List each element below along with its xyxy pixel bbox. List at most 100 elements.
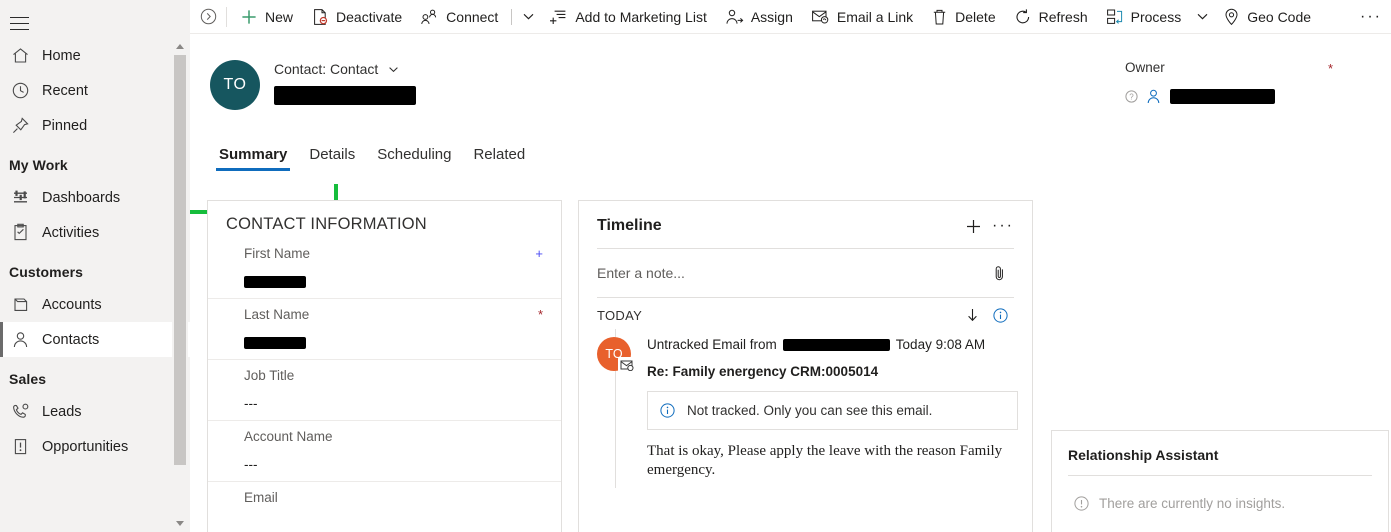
command-bar: New Deactivate Connect Add to Marketing Lis… [190,0,1391,34]
command-button-label: Refresh [1038,8,1088,25]
crm-contact-page: Home Recent Pinned My Work Dashboards Activit… [0,0,1391,532]
note-input-row[interactable]: Enter a note... [579,249,1032,297]
sidebar-item-activities[interactable]: Activities [0,215,190,250]
command-deactivate-button[interactable]: Deactivate [302,0,411,34]
command-button-label: New [265,8,294,25]
command-new-button[interactable]: New [231,0,302,34]
not-tracked-banner: Not tracked. Only you can see this email… [647,391,1018,430]
field-label: Account Name [244,429,333,444]
map-pin-icon [1223,8,1240,26]
command-button-label: Connect [446,8,499,25]
opportunities-icon [8,436,32,458]
tab-scheduling[interactable]: Scheduling [366,144,462,175]
tab-summary[interactable]: Summary [208,144,298,175]
redaction-bar [1170,89,1275,104]
owner-label: Owner [1125,60,1165,75]
sidebar-item-recent[interactable]: Recent [0,73,190,108]
command-button-label: Add to Marketing List [575,8,707,25]
chevron-down-icon[interactable] [1190,0,1214,34]
home-icon [8,45,32,67]
chevron-down-icon[interactable] [516,0,540,34]
clock-icon [8,80,32,102]
note-placeholder: Enter a note... [597,265,685,281]
sidebar-item-accounts[interactable]: Accounts [0,287,190,322]
scrollbar-thumb[interactable] [174,55,186,465]
section-title: CONTACT INFORMATION [226,215,427,233]
timeline-entry[interactable]: TO Untracked Email from Today 9:08 AM Re… [579,329,1032,488]
relationship-assistant-title: Relationship Assistant [1068,447,1219,463]
sidebar-group-title: Customers [9,264,84,280]
sidebar-item-home[interactable]: Home [0,38,190,73]
command-refresh-button[interactable]: Refresh [1005,0,1097,34]
person-icon [1145,88,1162,105]
command-process-button[interactable]: Process [1097,0,1191,34]
contact-person-icon [8,329,32,351]
owner-field: Owner * ? [1125,60,1375,105]
command-delete-button[interactable]: Delete [922,0,1004,34]
field-label: Email [244,490,278,505]
redaction-bar [274,86,416,106]
plus-icon [240,8,258,26]
field-value [244,335,543,351]
command-bar-divider [226,6,227,27]
sort-down-arrow-icon[interactable] [958,307,986,323]
field-marker: * [537,307,543,322]
info-circle-icon[interactable]: ? [1125,90,1138,103]
tab-details[interactable]: Details [298,144,366,175]
sidebar-scrollbar[interactable] [172,38,188,532]
timeline-group-header: TODAY [579,298,1032,329]
sidebar-item-label: Opportunities [42,438,129,455]
command-button-label: Process [1130,8,1182,25]
command-connect-button[interactable]: Connect [411,0,507,34]
field-first-name[interactable]: + First Name [208,238,561,299]
ellipsis-icon[interactable]: ··· [988,214,1018,238]
command-email-a-link-button[interactable]: Email a Link [802,0,922,34]
timeline-title: Timeline [597,217,662,234]
contact-information-card: CONTACT INFORMATION + First Name * Last Nam… [207,200,562,532]
redaction-bar [244,276,306,289]
svg-text:?: ? [1129,92,1134,101]
email-link-icon [811,8,830,25]
field-account-name[interactable]: Account Name --- [208,421,561,482]
hamburger-icon[interactable] [6,8,40,38]
plus-icon[interactable] [958,214,988,238]
timeline-entry-subject: Re: Family energency CRM:0005014 [647,364,879,379]
timeline-group-label: TODAY [597,307,643,323]
command-assign-button[interactable]: Assign [716,0,802,34]
timeline-card: Timeline ··· Enter a note... TODAY TO Un… [578,200,1033,532]
scroll-down-arrow-icon[interactable] [176,521,184,526]
owner-value[interactable]: ? [1125,88,1375,105]
field-last-name[interactable]: * Last Name [208,299,561,360]
timeline-header: Timeline ··· [579,201,1032,248]
collapse-chevron-icon[interactable] [190,8,226,25]
avatar-initials: TO [223,76,247,93]
command-bar-overflow-button[interactable]: ··· [1351,0,1391,34]
field-email[interactable]: Email [208,482,561,532]
site-navigation: Home Recent Pinned My Work Dashboards Activit… [0,0,190,532]
command-add-to-marketing-list-button[interactable]: Add to Marketing List [540,0,716,34]
redaction-bar [244,337,306,350]
command-bar-divider [511,8,513,25]
field-job-title[interactable]: Job Title --- [208,360,561,421]
command-button-label: Delete [955,8,996,25]
paperclip-icon[interactable] [984,261,1014,285]
accounts-icon [8,294,32,316]
deactivate-icon [311,8,329,26]
chevron-down-icon[interactable] [387,63,400,76]
field-label: First Name [244,246,311,261]
command-button-label: Email a Link [836,8,914,25]
sidebar-item-label: Recent [42,82,88,99]
email-badge-icon [618,357,635,372]
scroll-up-arrow-icon[interactable] [172,38,188,55]
command-geo-code-button[interactable]: Geo Code [1214,0,1320,34]
nav-scroll-region: Home Recent Pinned My Work Dashboards Activit… [0,38,190,532]
sidebar-item-dashboards[interactable]: Dashboards [0,180,190,215]
tab-related[interactable]: Related [462,144,536,175]
sidebar-item-contacts[interactable]: Contacts [0,322,190,357]
entity-type-selector[interactable]: Contact: Contact [274,61,400,77]
sidebar-item-pinned[interactable]: Pinned [0,108,190,143]
relationship-assistant-card: Relationship Assistant There are current… [1051,430,1389,532]
sidebar-item-leads[interactable]: Leads [0,394,190,429]
info-circle-icon[interactable] [986,307,1014,323]
sidebar-item-opportunities[interactable]: Opportunities [0,429,190,464]
